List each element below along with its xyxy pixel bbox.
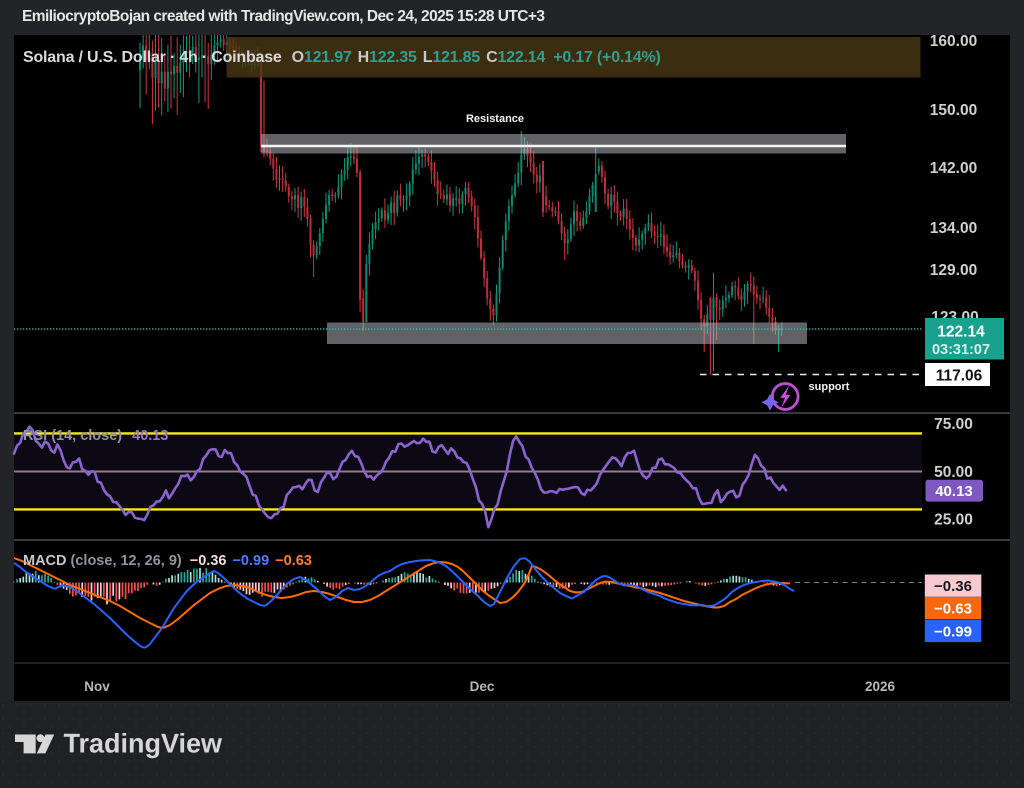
svg-text:117.06: 117.06 (936, 368, 983, 385)
svg-text:160.00: 160.00 (930, 33, 977, 50)
svg-text:Solana / U.S. Dollar · 4h · Co: Solana / U.S. Dollar · 4h · CoinbaseO121… (23, 49, 661, 66)
svg-text:122.14: 122.14 (937, 324, 985, 341)
svg-text:−0.63: −0.63 (934, 601, 972, 618)
svg-text:150.00: 150.00 (930, 102, 977, 119)
svg-text:TradingView: TradingView (63, 728, 223, 758)
svg-text:03:31:07: 03:31:07 (932, 342, 990, 358)
svg-text:−0.36: −0.36 (934, 578, 972, 595)
svg-text:134.00: 134.00 (930, 220, 977, 237)
svg-text:142.00: 142.00 (930, 160, 977, 177)
svg-text:75.00: 75.00 (934, 416, 973, 433)
svg-text:support: support (809, 381, 850, 393)
svg-text:Resistance: Resistance (466, 113, 524, 125)
svg-text:Dec: Dec (470, 679, 495, 694)
svg-text:RSI (14, close)40.13: RSI (14, close)40.13 (23, 428, 168, 444)
svg-text:MACD (close, 12, 26, 9)−0.36−0: MACD (close, 12, 26, 9)−0.36−0.99−0.63 (23, 553, 312, 569)
svg-text:129.00: 129.00 (930, 262, 977, 279)
svg-text:25.00: 25.00 (934, 512, 973, 529)
svg-text:2026: 2026 (865, 679, 896, 694)
svg-text:50.00: 50.00 (934, 464, 973, 481)
svg-text:−0.99: −0.99 (934, 623, 972, 640)
svg-text:Nov: Nov (84, 679, 110, 694)
svg-text:40.13: 40.13 (935, 483, 973, 500)
